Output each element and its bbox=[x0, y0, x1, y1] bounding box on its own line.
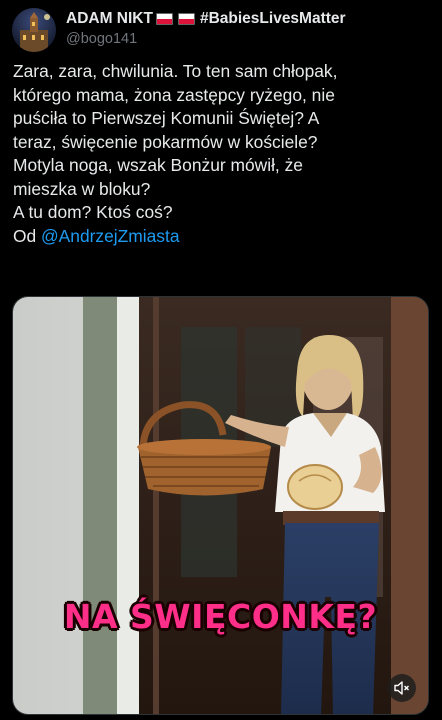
tweet-text-line: Motyla noga, wszak Bonżur mówił, że bbox=[13, 155, 303, 175]
tweet-text-line: Zara, zara, chwilunia. To ten sam chłopa… bbox=[13, 61, 338, 81]
credit-prefix: Od bbox=[13, 225, 42, 246]
tweet-credit-line: Od @AndrzejZmiasta bbox=[13, 225, 433, 249]
tweet-text-line: teraz, święcenie pokarmów w kościele? bbox=[13, 131, 318, 152]
tweet: ADAM NIKT #BabiesLivesMatter @bogo141 Za… bbox=[0, 0, 442, 720]
avatar[interactable] bbox=[12, 8, 56, 52]
tweet-header: ADAM NIKT #BabiesLivesMatter @bogo141 bbox=[12, 8, 346, 52]
tweet-text-line: puściła to Pierwszej Komunii Świętej? A bbox=[13, 108, 320, 128]
mute-button[interactable] bbox=[388, 674, 416, 702]
video-player[interactable]: NA ŚWIĘCONKĘ? bbox=[12, 296, 429, 715]
display-name[interactable]: ADAM NIKT #BabiesLivesMatter bbox=[66, 10, 346, 28]
speaker-muted-icon bbox=[394, 681, 409, 695]
video-caption: NA ŚWIĘCONKĘ? bbox=[63, 597, 378, 636]
tweet-text-line: mieszka w bloku? bbox=[13, 178, 151, 199]
tweet-text-line: którego mama, żona zastępcy ryżego, nie bbox=[13, 84, 335, 105]
display-name-hashtag: #BabiesLivesMatter bbox=[199, 10, 346, 27]
video-frame bbox=[13, 297, 428, 714]
poland-flag-icon bbox=[177, 13, 195, 25]
tweet-text-line: A tu dom? Ktoś coś? bbox=[13, 202, 173, 222]
user-handle[interactable]: @bogo141 bbox=[66, 31, 346, 47]
avatar-image bbox=[12, 8, 56, 52]
credit-mention-link[interactable]: @AndrzejZmiasta bbox=[41, 226, 179, 246]
display-name-text: ADAM NIKT bbox=[66, 10, 153, 27]
tweet-text: Zara, zara, chwilunia. To ten sam chłopa… bbox=[13, 60, 433, 248]
poland-flag-icon bbox=[155, 13, 173, 25]
